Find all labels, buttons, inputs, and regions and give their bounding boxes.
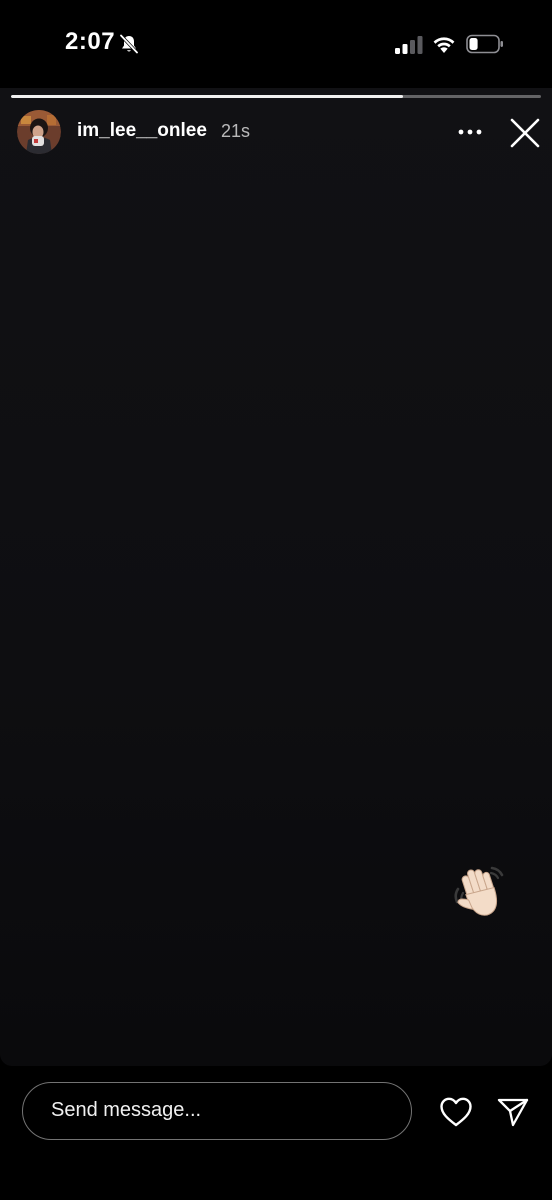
signal-bar xyxy=(410,40,415,54)
story-timestamp: 21s xyxy=(221,121,251,141)
battery-icon xyxy=(466,34,504,54)
status-bar: 2:07 xyxy=(0,0,552,90)
story-progress-fill xyxy=(11,95,404,98)
close-icon xyxy=(506,118,544,156)
close-story-button[interactable] xyxy=(506,114,544,152)
bell-slash-icon xyxy=(118,33,140,55)
send-icon xyxy=(495,1098,531,1134)
profile-avatar[interactable] xyxy=(17,110,61,154)
story-progress-bar xyxy=(11,95,541,98)
like-button[interactable] xyxy=(438,1094,474,1130)
waving-hand-sticker xyxy=(449,862,509,922)
status-time: 2:07 xyxy=(65,28,116,55)
more-horizontal-icon xyxy=(453,129,487,150)
signal-bar xyxy=(417,36,423,54)
story-username[interactable]: im_lee__onlee xyxy=(77,120,207,142)
signal-bar xyxy=(402,44,408,54)
cellular-signal-icon xyxy=(395,36,423,54)
more-options-button[interactable] xyxy=(453,118,487,146)
send-message-input[interactable]: Send message... xyxy=(22,1082,412,1140)
waving-hand-emoji xyxy=(454,866,504,916)
send-button[interactable] xyxy=(495,1094,531,1130)
heart-icon xyxy=(438,1097,474,1134)
signal-bar xyxy=(395,48,400,54)
wifi-icon xyxy=(432,34,456,54)
send-message-placeholder: Send message... xyxy=(51,1099,202,1121)
battery-level xyxy=(469,38,478,50)
